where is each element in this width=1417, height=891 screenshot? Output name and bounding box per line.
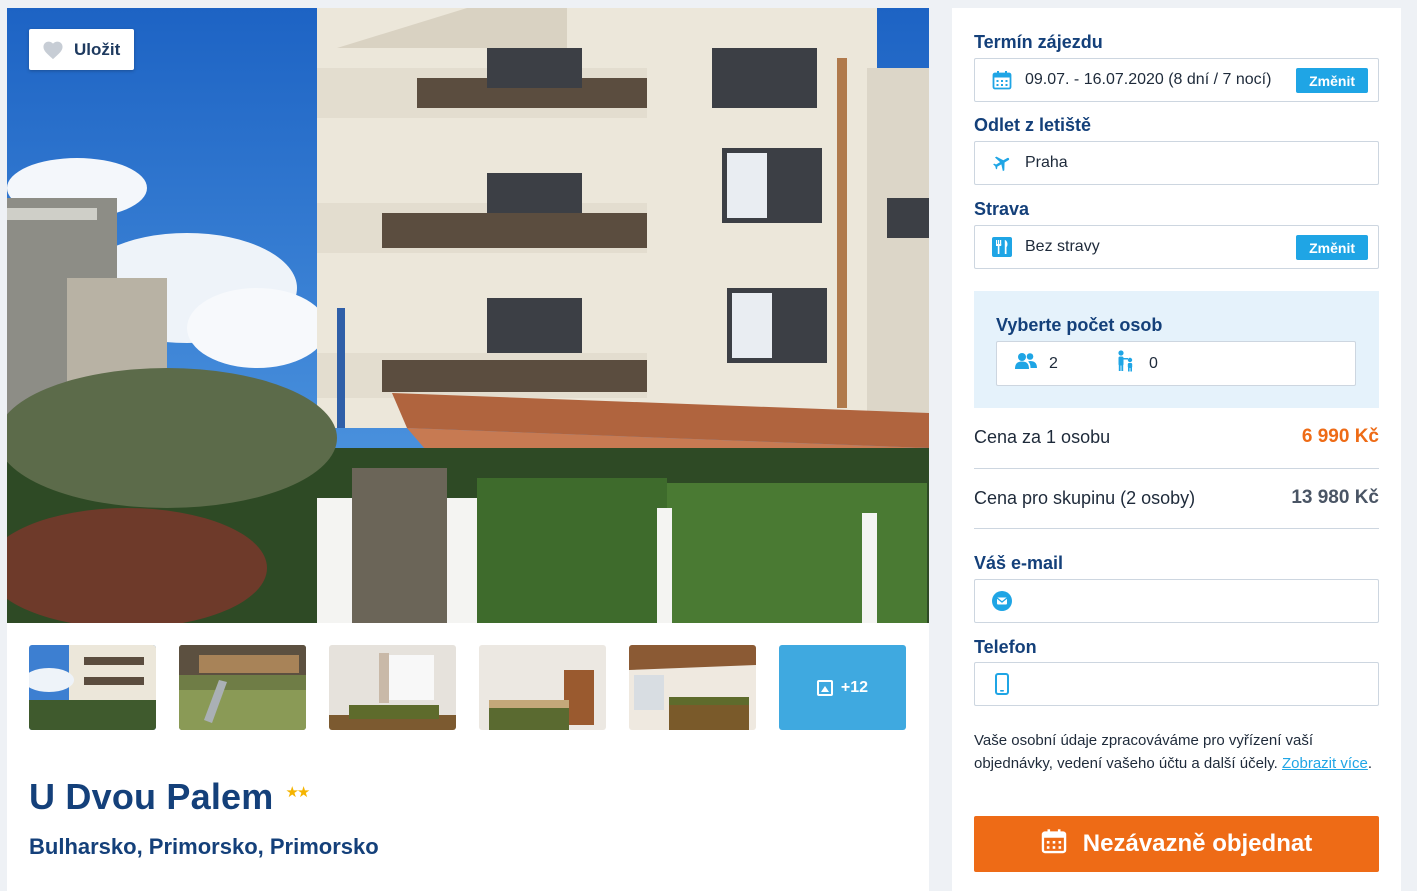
email-field[interactable]: [974, 579, 1379, 623]
adults-icon: [1015, 352, 1037, 375]
board-label: Strava: [974, 199, 1030, 219]
thumbnail-4[interactable]: [479, 645, 606, 730]
price-group-label: Cena pro skupinu (2 osoby): [974, 487, 1196, 508]
order-button[interactable]: Nezávazně objednat: [974, 816, 1379, 872]
hotel-title: U Dvou Palem ★★: [29, 776, 310, 818]
plane-icon: [991, 152, 1013, 174]
phone-label: Telefon: [974, 637, 1037, 657]
persons-label: Vyberte počet osob: [996, 315, 1163, 335]
divider: [974, 468, 1379, 469]
persons-selector: Vyberte počet osob 2 0: [974, 291, 1379, 408]
change-term-button[interactable]: Změnit: [1296, 68, 1368, 93]
calendar-icon: [1041, 828, 1067, 861]
booking-panel: Termín zájezdu 09.07. - 16.07.2020 (8 dn…: [952, 8, 1401, 891]
children-value: 0: [1149, 354, 1158, 372]
cutlery-icon: [991, 236, 1013, 258]
gallery-icon: [816, 679, 833, 696]
privacy-notice: Vaše osobní údaje zpracováváme pro vyříz…: [974, 732, 1373, 772]
adults-value: 2: [1049, 354, 1058, 372]
hotel-location: Bulharsko, Primorsko, Primorsko: [29, 834, 379, 859]
email-label: Váš e-mail: [974, 553, 1064, 573]
hotel-gallery-panel: Uložit +12 U Dvou Palem ★★ Bulharsko, Pr…: [7, 8, 929, 891]
airport-field[interactable]: Praha: [974, 141, 1379, 185]
board-value: Bez stravy: [1025, 238, 1100, 255]
price-per-person-row: Cena za 1 osobu 6 990 Kč: [974, 426, 1379, 448]
thumbnail-1[interactable]: [29, 645, 156, 730]
board-field[interactable]: Bez stravy Změnit: [974, 225, 1379, 269]
change-board-button[interactable]: Změnit: [1296, 235, 1368, 260]
price-per-person-label: Cena za 1 osobu: [974, 426, 1111, 447]
more-photos-count: +12: [840, 678, 869, 696]
thumbnail-strip: +12: [29, 645, 906, 730]
thumbnail-2[interactable]: [179, 645, 306, 730]
children-count[interactable]: 0: [1115, 350, 1215, 377]
star-rating: ★★: [285, 784, 310, 801]
phone-icon: [991, 673, 1013, 695]
price-group-row: Cena pro skupinu (2 osoby) 13 980 Kč: [974, 487, 1379, 509]
term-label: Termín zájezdu: [974, 32, 1103, 52]
heart-icon: [42, 40, 64, 60]
mail-icon: [991, 590, 1013, 612]
save-label: Uložit: [74, 39, 121, 59]
price-per-person-value: 6 990 Kč: [1301, 426, 1379, 447]
calendar-icon: [991, 69, 1013, 91]
persons-field[interactable]: 2 0: [996, 341, 1356, 386]
more-photos-button[interactable]: +12: [779, 645, 906, 730]
children-icon: [1115, 350, 1137, 377]
adults-count[interactable]: 2: [1015, 352, 1115, 375]
privacy-text: Vaše osobní údaje zpracováváme pro vyříz…: [974, 732, 1314, 772]
thumbnail-3[interactable]: [329, 645, 456, 730]
hero-photo[interactable]: Uložit: [7, 8, 929, 623]
phone-field[interactable]: [974, 662, 1379, 706]
term-value: 09.07. - 16.07.2020 (8 dní / 7 nocí): [1025, 71, 1272, 88]
airport-value: Praha: [1025, 154, 1068, 171]
save-button[interactable]: Uložit: [29, 29, 134, 70]
privacy-more-link[interactable]: Zobrazit více: [1282, 755, 1368, 772]
hotel-name: U Dvou Palem: [29, 776, 274, 817]
divider: [974, 528, 1379, 529]
term-field[interactable]: 09.07. - 16.07.2020 (8 dní / 7 nocí) Změ…: [974, 58, 1379, 102]
thumbnail-5[interactable]: [629, 645, 756, 730]
airport-label: Odlet z letiště: [974, 115, 1092, 135]
price-group-value: 13 980 Kč: [1291, 487, 1379, 508]
order-label: Nezávazně objednat: [1082, 830, 1313, 857]
